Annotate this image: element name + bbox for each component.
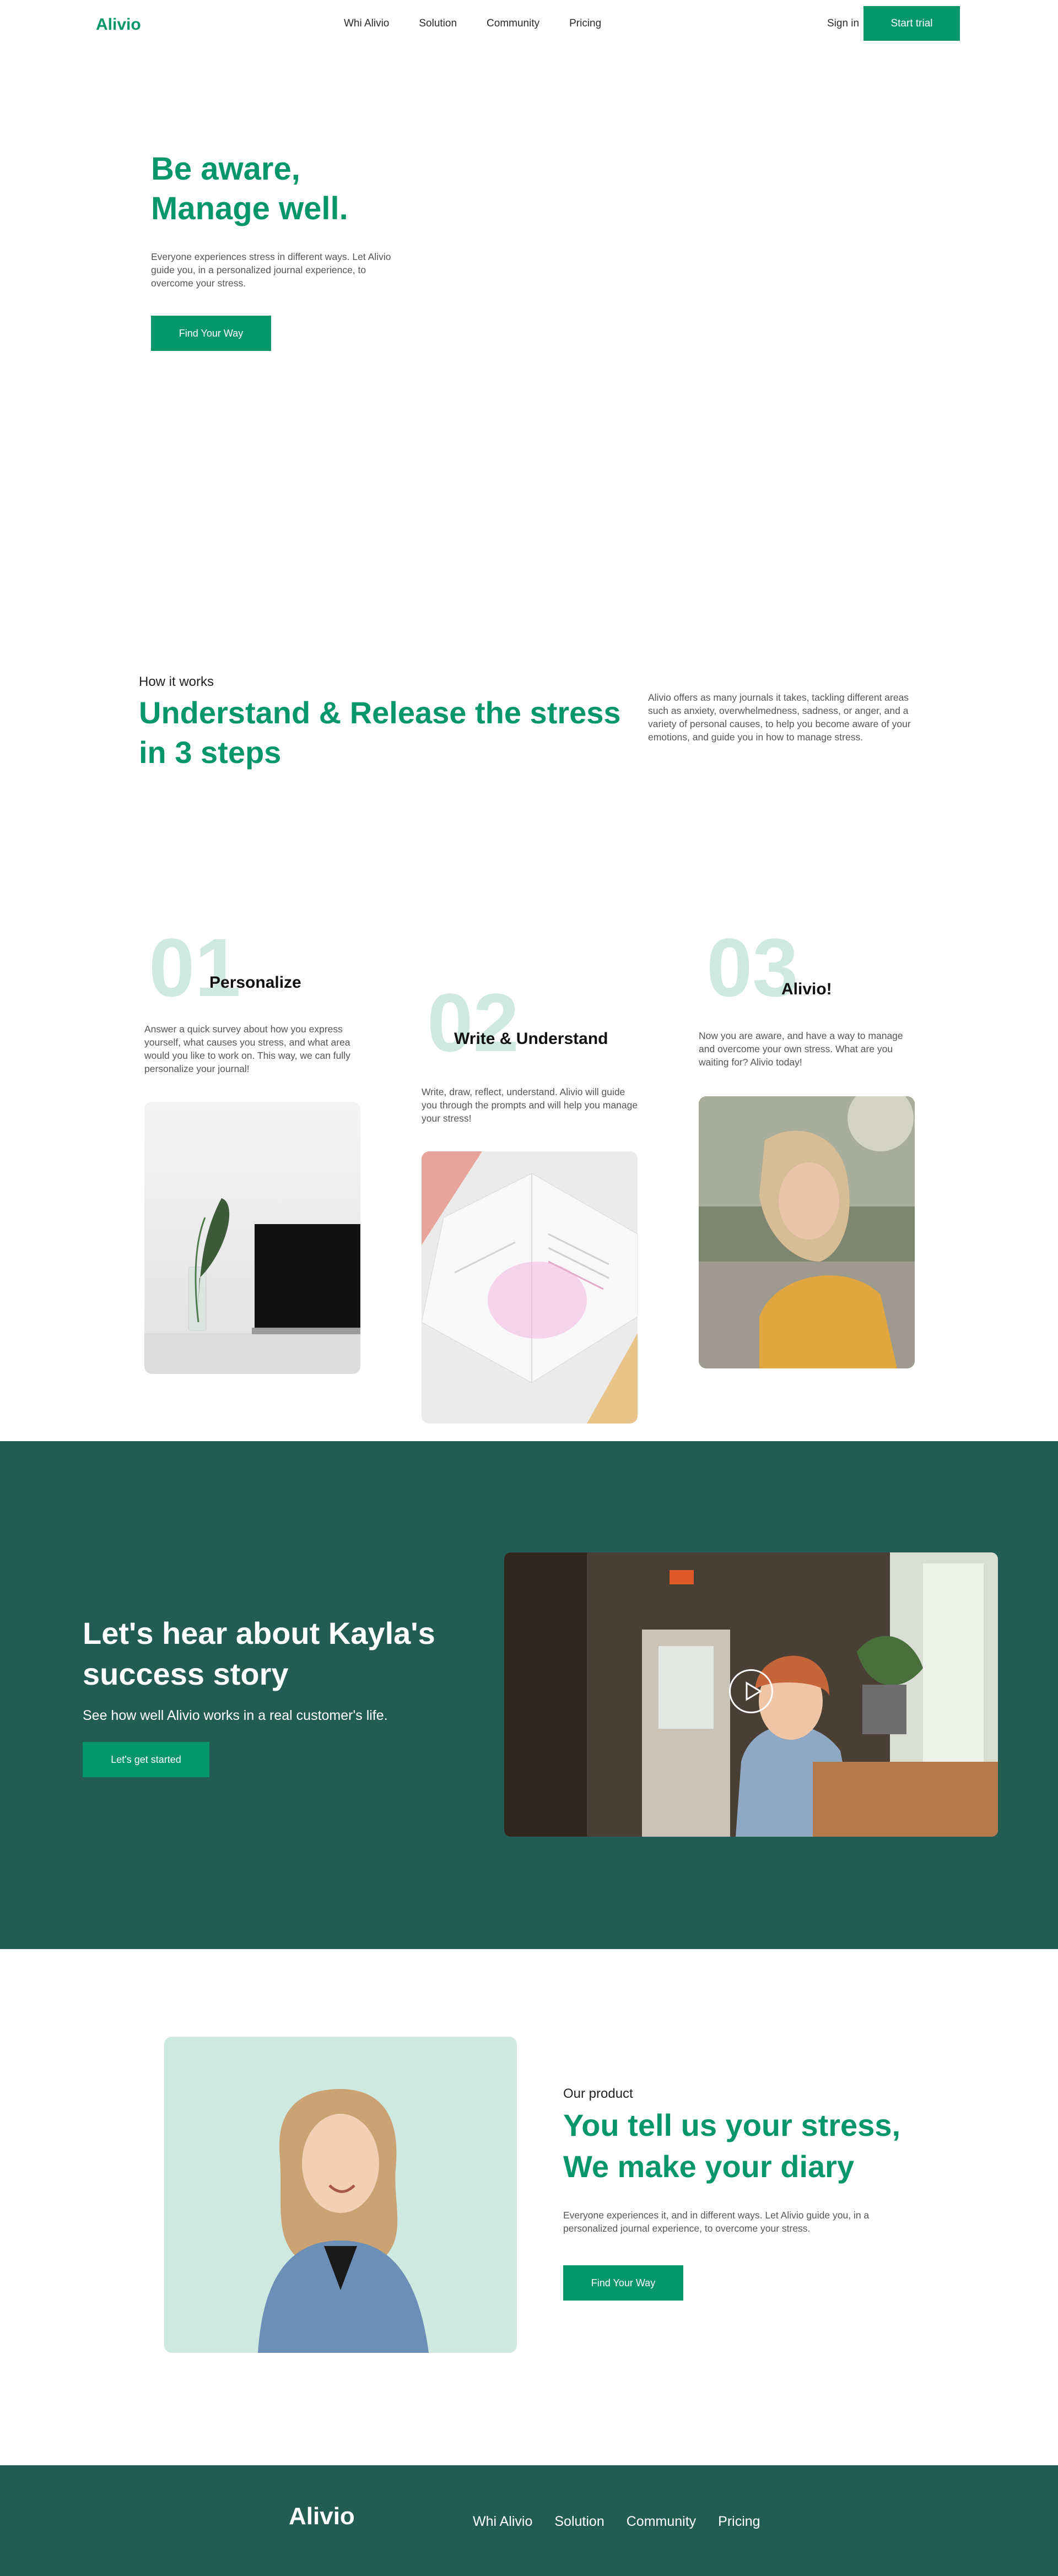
hero-section: Be aware, Manage well. Everyone experien…: [0, 47, 1058, 659]
laptop-plant-illustration: [144, 1102, 360, 1374]
step-text-1: Answer a quick survey about how you expr…: [144, 1024, 350, 1074]
hero-title-line-1: Be aware,: [151, 151, 300, 187]
start-trial-button[interactable]: Start trial: [863, 6, 960, 41]
nav-link-whi-alivio[interactable]: Whi Alivio: [344, 18, 389, 30]
how-it-works-section: How it works Understand & Release the st…: [0, 659, 1058, 1441]
top-nav: Alivio Whi Alivio Solution Community Pri…: [0, 0, 1058, 47]
success-story-section: Let's hear about Kayla's success story S…: [0, 1441, 1058, 1949]
step-number-2: 02: [427, 976, 519, 1069]
play-button[interactable]: [729, 1669, 773, 1713]
footer-link-solution[interactable]: Solution: [554, 2514, 604, 2530]
product-kicker: Our product: [563, 2086, 633, 2101]
product-title-line-1: You tell us your stress,: [563, 2108, 901, 2142]
sign-in-link[interactable]: Sign in: [827, 18, 859, 30]
customer-portrait-illustration: [164, 2037, 517, 2353]
customer-portrait-photo: [164, 2037, 517, 2353]
laptop-plant-photo: [144, 1102, 360, 1374]
step-text-2: Write, draw, reflect, understand. Alivio…: [422, 1086, 638, 1124]
product-section: Our product You tell us your stress, We …: [0, 1949, 1058, 2465]
story-title: Let's hear about Kayla's success story: [83, 1616, 435, 1691]
section-description: Alivio offers as many journals it takes,…: [648, 692, 911, 743]
footer-links: Whi Alivio Solution Community Pricing: [473, 2514, 760, 2530]
smiling-woman-photo: [699, 1096, 915, 1368]
hero-description: Everyone experiences stress in different…: [151, 251, 391, 289]
step-title-3: Alivio!: [781, 980, 832, 998]
footer-link-pricing[interactable]: Pricing: [718, 2514, 760, 2530]
smiling-woman-illustration: [699, 1096, 915, 1368]
step-title-1: Personalize: [209, 973, 301, 992]
nav-link-pricing[interactable]: Pricing: [569, 18, 601, 30]
footer-link-community[interactable]: Community: [627, 2514, 696, 2530]
nav-links: Whi Alivio Solution Community Pricing: [344, 18, 601, 30]
journal-photo: [422, 1151, 638, 1424]
journal-illustration: [422, 1151, 638, 1424]
step-title-2: Write & Understand: [454, 1030, 608, 1048]
step-text-3: Now you are aware, and have a way to man…: [699, 1030, 903, 1068]
nav-link-community[interactable]: Community: [487, 18, 539, 30]
section-title: Understand & Release the stress in 3 ste…: [139, 695, 621, 770]
product-find-your-way-button[interactable]: Find Your Way: [563, 2265, 683, 2301]
find-your-way-button[interactable]: Find Your Way: [151, 316, 271, 351]
product-description: Everyone experiences it, and in differen…: [563, 2210, 870, 2234]
footer-logo[interactable]: Alivio: [289, 2503, 355, 2530]
story-subtitle: See how well Alivio works in a real cust…: [83, 1708, 388, 1723]
nav-link-solution[interactable]: Solution: [419, 18, 457, 30]
footer-link-whi-alivio[interactable]: Whi Alivio: [473, 2514, 532, 2530]
play-icon: [746, 1681, 762, 1701]
step-number-1: 01: [149, 921, 241, 1014]
product-title: You tell us your stress, We make your di…: [563, 2104, 949, 2187]
footer: Alivio Whi Alivio Solution Community Pri…: [0, 2465, 1058, 2576]
section-kicker: How it works: [139, 674, 214, 689]
story-video[interactable]: [504, 1552, 998, 1837]
product-title-line-2: We make your diary: [563, 2149, 855, 2184]
logo[interactable]: Alivio: [96, 15, 141, 34]
lets-get-started-button[interactable]: Let's get started: [83, 1742, 209, 1777]
hero-title: Be aware, Manage well.: [151, 149, 348, 229]
hero-title-line-2: Manage well.: [151, 191, 348, 226]
